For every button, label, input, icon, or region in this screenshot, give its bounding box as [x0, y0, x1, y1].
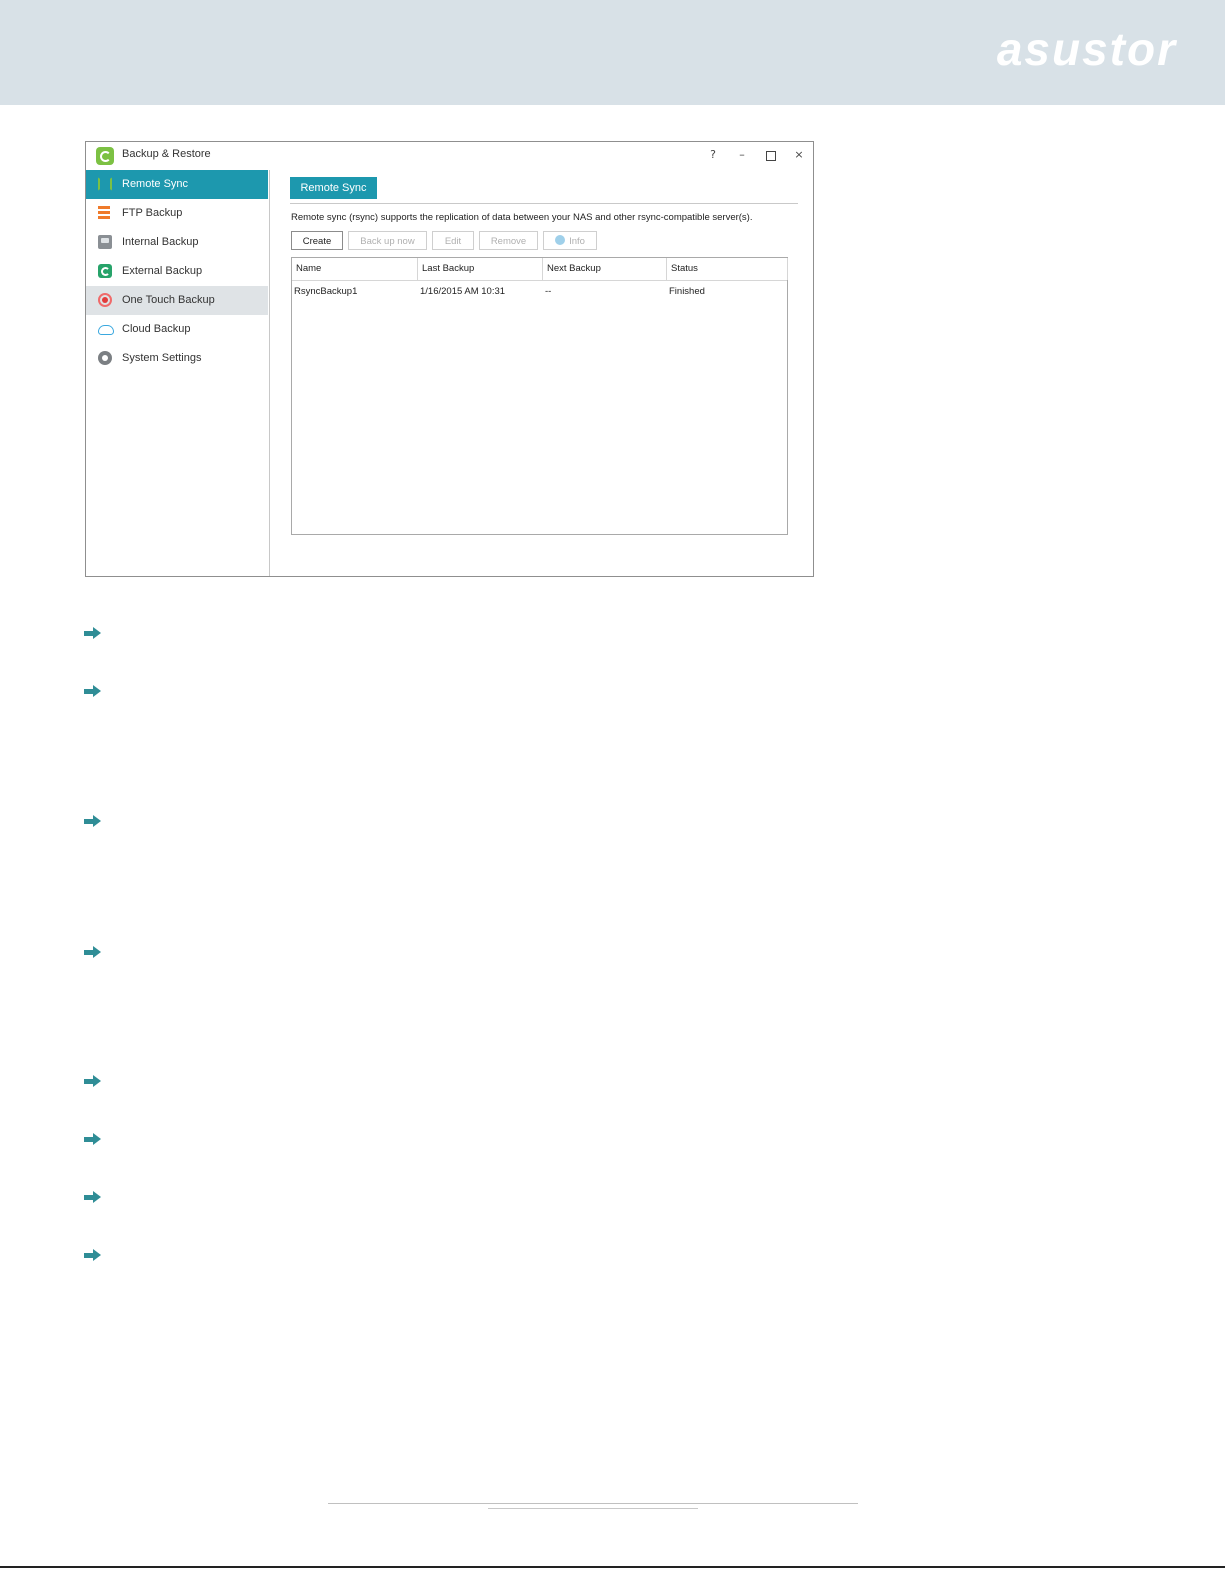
- sidebar-item-label: External Backup: [122, 265, 203, 277]
- title-bar: Backup & Restore ? – ×: [86, 142, 813, 168]
- maximize-button[interactable]: [761, 146, 781, 164]
- cloud-icon: [98, 325, 114, 335]
- cell-last-backup: 1/16/2015 AM 10:31: [420, 286, 506, 297]
- sidebar-item-label: FTP Backup: [122, 207, 183, 219]
- maximize-icon: [766, 151, 776, 161]
- sidebar-item-label: Remote Sync: [122, 178, 189, 190]
- info-button-label: Info: [569, 236, 585, 247]
- sidebar-item-external-backup[interactable]: External Backup: [86, 257, 268, 286]
- backup-restore-app-icon: [96, 147, 114, 165]
- info-button[interactable]: Info: [543, 231, 597, 250]
- page-bottom-border: [0, 1566, 1225, 1568]
- ftp-backup-icon: [98, 206, 110, 220]
- footer-divider: [328, 1503, 858, 1504]
- gear-icon: [98, 351, 112, 365]
- backup-restore-window: Backup & Restore ? – × Remote Sync FTP B…: [85, 141, 814, 577]
- one-touch-backup-icon: [98, 293, 112, 307]
- sidebar-item-label: Cloud Backup: [122, 323, 191, 335]
- backup-jobs-table: Name Last Backup Next Backup Status Rsyn…: [291, 257, 788, 535]
- table-row[interactable]: RsyncBackup1 1/16/2015 AM 10:31 -- Finis…: [292, 282, 787, 302]
- sidebar-item-internal-backup[interactable]: Internal Backup: [86, 228, 268, 257]
- create-button[interactable]: Create: [291, 231, 343, 250]
- tab-remote-sync[interactable]: Remote Sync: [290, 177, 377, 199]
- arrow-bullet-icon: [84, 684, 102, 698]
- column-header-next-backup[interactable]: Next Backup: [543, 258, 667, 280]
- sidebar-item-ftp-backup[interactable]: FTP Backup: [86, 199, 268, 228]
- sidebar-item-remote-sync[interactable]: Remote Sync: [86, 170, 268, 199]
- window-title: Backup & Restore: [122, 148, 211, 160]
- info-icon: [555, 235, 566, 245]
- asustor-logo: asustor: [996, 23, 1177, 75]
- back-up-now-button[interactable]: Back up now: [348, 231, 427, 250]
- table-header: Name Last Backup Next Backup Status: [292, 258, 788, 281]
- external-backup-icon: [98, 264, 112, 278]
- remote-sync-icon: [98, 177, 112, 191]
- column-header-name[interactable]: Name: [292, 258, 418, 280]
- sidebar-item-system-settings[interactable]: System Settings: [86, 344, 268, 373]
- internal-backup-icon: [98, 235, 112, 249]
- help-button[interactable]: ?: [703, 146, 723, 164]
- arrow-bullet-icon: [84, 1074, 102, 1088]
- arrow-bullet-icon: [84, 1132, 102, 1146]
- header-banner: asustor: [0, 0, 1225, 105]
- close-button[interactable]: ×: [789, 146, 809, 164]
- sidebar-item-label: Internal Backup: [122, 236, 199, 248]
- sidebar: Remote Sync FTP Backup Internal Backup E…: [86, 170, 270, 576]
- page-description: Remote sync (rsync) supports the replica…: [291, 212, 753, 223]
- arrow-bullet-icon: [84, 945, 102, 959]
- arrow-bullet-icon: [84, 814, 102, 828]
- edit-button[interactable]: Edit: [432, 231, 474, 250]
- arrow-bullet-icon: [84, 626, 102, 640]
- remove-button[interactable]: Remove: [479, 231, 538, 250]
- minimize-button[interactable]: –: [732, 146, 752, 164]
- footer-divider-secondary: [488, 1508, 698, 1509]
- cell-name: RsyncBackup1: [294, 286, 358, 297]
- column-header-status[interactable]: Status: [667, 258, 788, 280]
- cell-next-backup: --: [545, 286, 552, 297]
- sidebar-item-label: One Touch Backup: [122, 294, 215, 306]
- sidebar-item-label: System Settings: [122, 352, 202, 364]
- sidebar-item-cloud-backup[interactable]: Cloud Backup: [86, 315, 268, 344]
- cell-status: Finished: [669, 286, 705, 297]
- sidebar-item-one-touch-backup[interactable]: One Touch Backup: [86, 286, 268, 315]
- arrow-bullet-icon: [84, 1248, 102, 1262]
- column-header-last-backup[interactable]: Last Backup: [418, 258, 543, 280]
- tab-divider: [290, 203, 798, 204]
- main-content: Remote Sync Remote sync (rsync) supports…: [270, 170, 813, 576]
- arrow-bullet-icon: [84, 1190, 102, 1204]
